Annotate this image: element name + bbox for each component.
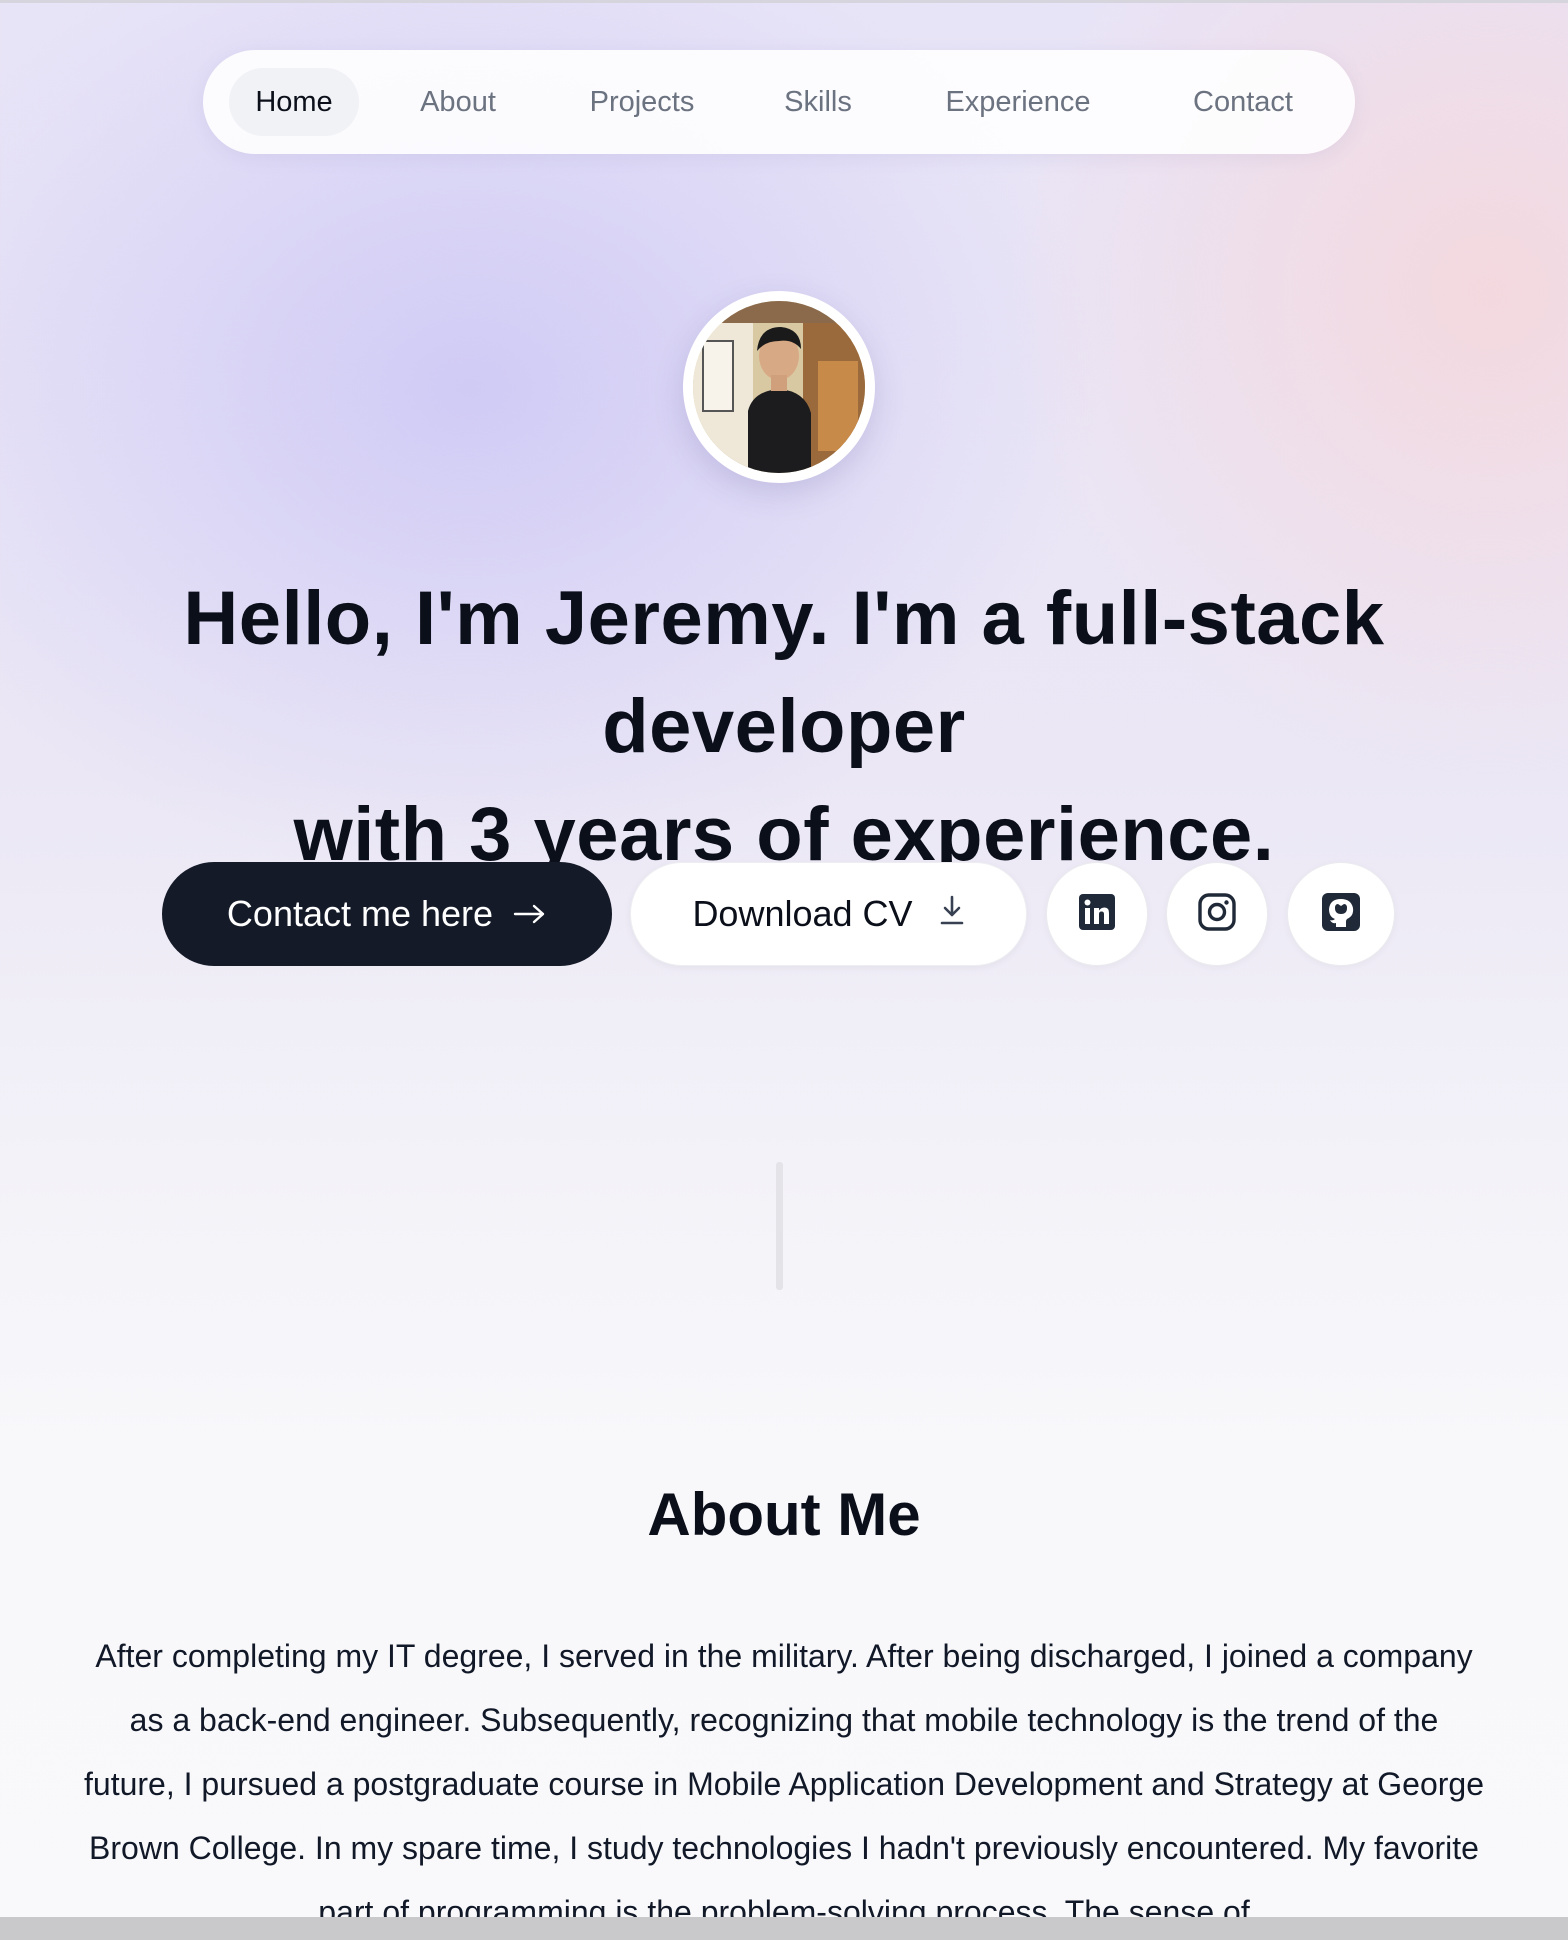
window-top-border — [0, 0, 1568, 3]
instagram-icon — [1197, 892, 1237, 937]
hero-headline-line-1: Hello, I'm Jeremy. I'm a full-stack deve… — [183, 576, 1385, 769]
profile-photo — [693, 301, 865, 473]
about-section-title: About Me — [647, 1481, 921, 1548]
arrow-right-icon — [513, 893, 547, 935]
linkedin-button[interactable] — [1046, 862, 1148, 966]
nav-experience[interactable]: Experience — [923, 68, 1113, 136]
download-icon — [939, 893, 965, 935]
nav-about[interactable]: About — [393, 68, 523, 136]
about-section-text: After completing my IT degree, I served … — [84, 1638, 1484, 1930]
github-button[interactable] — [1287, 862, 1395, 966]
nav-skills[interactable]: Skills — [763, 68, 873, 136]
contact-me-button[interactable]: Contact me here — [162, 862, 612, 966]
nav-projects[interactable]: Projects — [567, 68, 717, 136]
instagram-button[interactable] — [1166, 862, 1268, 966]
scroll-indicator — [776, 1162, 783, 1290]
hero-headline: Hello, I'm Jeremy. I'm a full-stack deve… — [0, 565, 1568, 889]
download-cv-button[interactable]: Download CV — [630, 862, 1027, 966]
top-navigation: Home About Projects Skills Experience Co… — [203, 50, 1355, 154]
github-icon — [1321, 892, 1361, 937]
horizontal-scrollbar[interactable] — [0, 1917, 1568, 1940]
contact-me-label: Contact me here — [226, 893, 494, 934]
nav-home[interactable]: Home — [229, 68, 359, 136]
nav-contact[interactable]: Contact — [1163, 68, 1323, 136]
profile-avatar — [683, 291, 875, 483]
linkedin-icon — [1078, 893, 1116, 936]
download-cv-label: Download CV — [692, 893, 913, 934]
